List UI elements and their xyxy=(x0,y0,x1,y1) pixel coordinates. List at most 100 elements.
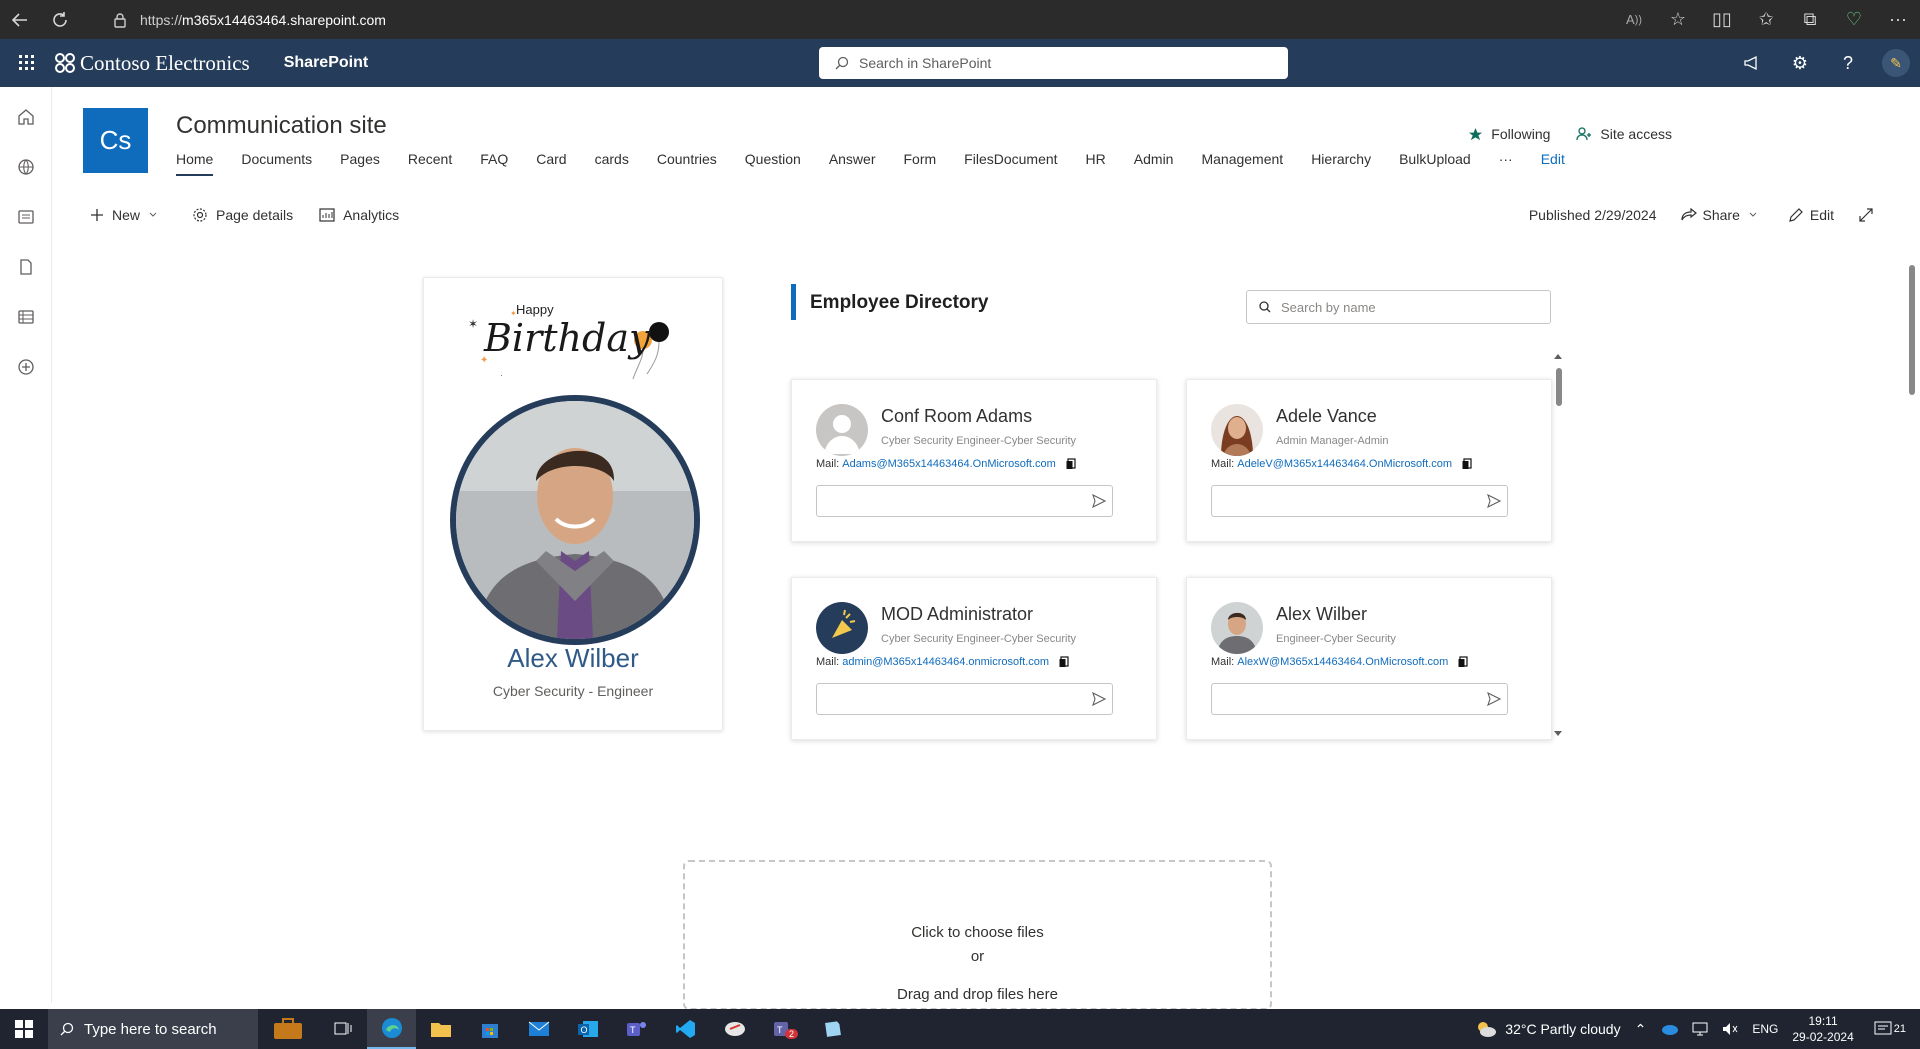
employee-email-link[interactable]: AlexW@M365x14463464.OnMicrosoft.com xyxy=(1237,656,1448,668)
send-icon[interactable] xyxy=(1487,692,1501,706)
send-icon[interactable] xyxy=(1092,692,1106,706)
scroll-up-arrow-icon[interactable] xyxy=(1553,352,1563,360)
new-button[interactable]: New xyxy=(90,207,166,223)
snipping-tool-icon[interactable] xyxy=(710,1009,759,1049)
share-button[interactable]: Share xyxy=(1680,207,1764,223)
site-logo[interactable]: Cs xyxy=(83,108,148,173)
system-clock[interactable]: 19:11 29-02-2024 xyxy=(1792,1013,1853,1045)
outlook-icon[interactable]: O xyxy=(563,1009,612,1049)
task-view-icon[interactable] xyxy=(318,1009,367,1049)
employee-email-link[interactable]: Adams@M365x14463464.OnMicrosoft.com xyxy=(842,458,1056,470)
nav-cards[interactable]: cards xyxy=(595,150,629,176)
network-icon[interactable] xyxy=(1692,1022,1708,1036)
employee-card: Adele Vance Admin Manager-Admin Mail: Ad… xyxy=(1186,379,1552,542)
favorite-star-icon[interactable]: ☆ xyxy=(1656,0,1700,39)
nav-admin[interactable]: Admin xyxy=(1134,150,1174,176)
teams-icon[interactable]: T xyxy=(612,1009,661,1049)
globe-icon[interactable] xyxy=(0,142,52,192)
read-aloud-icon[interactable]: A)) xyxy=(1612,0,1656,39)
page-details-button[interactable]: Page details xyxy=(192,207,293,223)
page-scroll-thumb[interactable] xyxy=(1909,265,1915,395)
site-title[interactable]: Communication site xyxy=(176,112,387,140)
favorites-icon[interactable]: ✩ xyxy=(1744,0,1788,39)
nav-card[interactable]: Card xyxy=(536,150,566,176)
teams-classic-icon[interactable]: T 2 xyxy=(759,1009,808,1049)
copy-icon[interactable] xyxy=(1462,458,1472,470)
edge-browser-icon[interactable] xyxy=(367,1009,416,1049)
nav-form[interactable]: Form xyxy=(904,150,937,176)
directory-scroll-thumb[interactable] xyxy=(1556,368,1562,406)
vscode-icon[interactable] xyxy=(661,1009,710,1049)
files-icon[interactable] xyxy=(0,242,52,292)
megaphone-icon[interactable] xyxy=(1728,39,1776,87)
nav-bulkupload[interactable]: BulkUpload xyxy=(1399,150,1471,176)
employee-email-link[interactable]: AdeleV@M365x14463464.OnMicrosoft.com xyxy=(1237,458,1452,470)
nav-pages[interactable]: Pages xyxy=(340,150,380,176)
copy-icon[interactable] xyxy=(1066,458,1076,470)
nav-countries[interactable]: Countries xyxy=(657,150,717,176)
home-icon[interactable] xyxy=(0,92,52,142)
site-access-button[interactable]: Site access xyxy=(1576,126,1672,142)
user-avatar[interactable]: ✎ xyxy=(1872,39,1920,87)
message-input[interactable] xyxy=(1211,683,1508,715)
nav-faq[interactable]: FAQ xyxy=(480,150,508,176)
windows-start-icon[interactable] xyxy=(0,1009,48,1049)
news-icon[interactable] xyxy=(0,192,52,242)
refresh-icon[interactable] xyxy=(40,0,80,39)
nav-question[interactable]: Question xyxy=(745,150,801,176)
back-icon[interactable] xyxy=(0,0,40,39)
help-icon[interactable]: ? xyxy=(1824,39,1872,87)
store-icon[interactable] xyxy=(465,1009,514,1049)
brand-logo[interactable]: Contoso Electronics xyxy=(54,51,250,76)
directory-scrollbar[interactable] xyxy=(1553,352,1563,738)
scroll-down-arrow-icon[interactable] xyxy=(1553,730,1563,738)
nav-more[interactable]: ··· xyxy=(1499,150,1513,176)
copy-icon[interactable] xyxy=(1458,656,1468,668)
nav-edit-link[interactable]: Edit xyxy=(1541,150,1565,176)
lists-icon[interactable] xyxy=(0,292,52,342)
settings-gear-icon[interactable]: ⚙ xyxy=(1776,39,1824,87)
nav-hr[interactable]: HR xyxy=(1086,150,1106,176)
language-indicator[interactable]: ENG xyxy=(1752,1022,1778,1036)
weather-widget[interactable]: 32°C Partly cloudy xyxy=(1475,1020,1621,1038)
collections-icon[interactable]: ⧉ xyxy=(1788,0,1832,39)
send-icon[interactable] xyxy=(1092,494,1106,508)
nav-recent[interactable]: Recent xyxy=(408,150,452,176)
briefcase-icon[interactable] xyxy=(258,1009,318,1049)
nav-management[interactable]: Management xyxy=(1201,150,1283,176)
notepad-icon[interactable] xyxy=(808,1009,857,1049)
nav-home[interactable]: Home xyxy=(176,150,214,176)
split-screen-icon[interactable]: ▯▯ xyxy=(1700,0,1744,39)
browser-essentials-icon[interactable]: ♡ xyxy=(1832,0,1876,39)
nav-hierarchy[interactable]: Hierarchy xyxy=(1311,150,1371,176)
address-bar[interactable]: https://m365x14463464.sharepoint.com xyxy=(112,6,386,33)
more-icon[interactable]: ··· xyxy=(1876,0,1920,39)
directory-search-input[interactable]: Search by name xyxy=(1246,290,1551,324)
show-hidden-icons-icon[interactable]: ⌃ xyxy=(1635,1021,1647,1038)
notification-center-icon[interactable]: 21 xyxy=(1874,1021,1906,1037)
volume-muted-icon[interactable] xyxy=(1722,1022,1738,1036)
following-button[interactable]: Following xyxy=(1468,126,1550,142)
send-icon[interactable] xyxy=(1487,494,1501,508)
message-input[interactable] xyxy=(1211,485,1508,517)
app-launcher-icon[interactable] xyxy=(0,39,54,87)
file-upload-dropzone[interactable]: Click to choose files or Drag and drop f… xyxy=(683,860,1272,1010)
mail-icon[interactable] xyxy=(514,1009,563,1049)
file-explorer-icon[interactable] xyxy=(416,1009,465,1049)
expand-icon[interactable] xyxy=(1858,207,1880,223)
employee-email-link[interactable]: admin@M365x14463464.onmicrosoft.com xyxy=(842,656,1049,668)
nav-filesdocument[interactable]: FilesDocument xyxy=(964,150,1057,176)
message-input[interactable] xyxy=(816,683,1113,715)
taskbar-search-box[interactable]: Type here to search xyxy=(48,1009,258,1049)
create-icon[interactable] xyxy=(0,342,52,392)
nav-documents[interactable]: Documents xyxy=(241,150,312,176)
edit-button[interactable]: Edit xyxy=(1788,207,1834,223)
sharepoint-search-box[interactable]: Search in SharePoint xyxy=(819,47,1288,79)
message-input[interactable] xyxy=(816,485,1113,517)
app-name[interactable]: SharePoint xyxy=(284,54,368,72)
nav-answer[interactable]: Answer xyxy=(829,150,876,176)
analytics-button[interactable]: Analytics xyxy=(319,207,399,223)
onedrive-icon[interactable] xyxy=(1660,1023,1679,1035)
copy-icon[interactable] xyxy=(1059,656,1069,668)
page-scrollbar[interactable] xyxy=(1905,251,1918,1001)
